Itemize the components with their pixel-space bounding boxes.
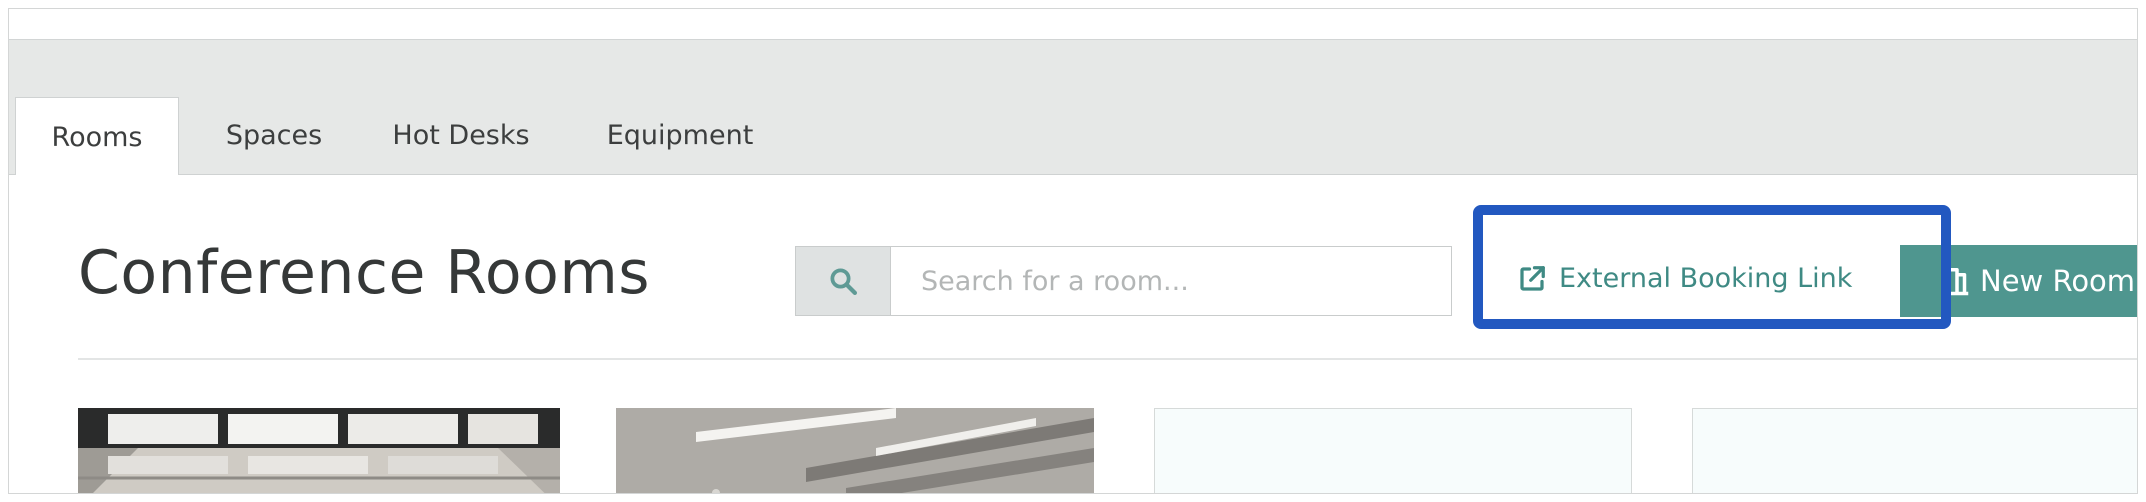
search-bar [795, 246, 1452, 316]
main-content: Conference Rooms External Booking Link [9, 175, 2137, 493]
search-input[interactable] [891, 247, 1451, 315]
tab-bar: Rooms Spaces Hot Desks Equipment [9, 40, 2137, 176]
new-room-icon [1945, 268, 1969, 296]
tab-rooms[interactable]: Rooms [15, 97, 179, 176]
app-frame: Rooms Spaces Hot Desks Equipment Confere… [8, 8, 2138, 494]
room-photo [78, 408, 560, 493]
title-divider [78, 358, 2137, 360]
room-photo [616, 408, 1094, 493]
external-booking-link[interactable]: External Booking Link [1517, 263, 1852, 294]
tab-spaces[interactable]: Spaces [189, 97, 359, 174]
new-room-button[interactable]: New Room [1900, 245, 2137, 317]
room-card[interactable] [1692, 408, 2137, 493]
top-bar [9, 9, 2137, 40]
room-card[interactable] [616, 408, 1094, 493]
external-booking-label: External Booking Link [1559, 263, 1853, 294]
external-link-icon [1520, 265, 1545, 291]
new-room-label: New Room [1980, 264, 2136, 298]
tab-hot-desks[interactable]: Hot Desks [361, 97, 561, 174]
search-icon [830, 268, 857, 295]
room-card[interactable] [78, 408, 560, 493]
search-button[interactable] [796, 247, 891, 315]
room-card[interactable] [1154, 408, 1632, 493]
page-title: Conference Rooms [78, 238, 651, 308]
tab-equipment[interactable]: Equipment [569, 97, 791, 174]
